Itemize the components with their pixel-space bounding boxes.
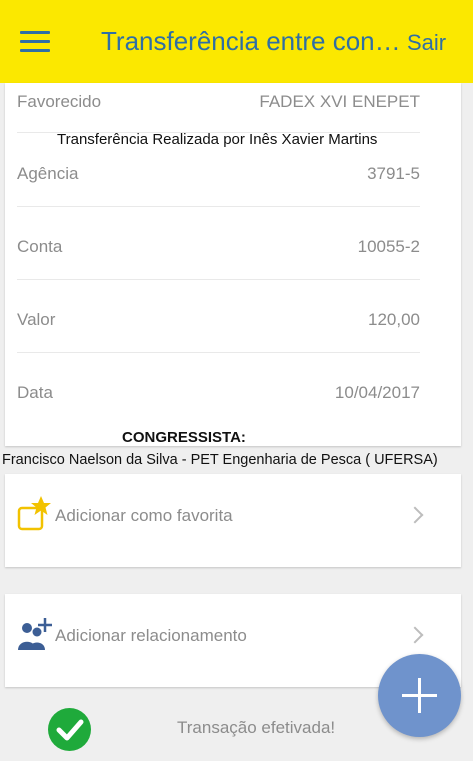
page-title: Transferência entre contas (101, 26, 403, 56)
detail-label: Valor (17, 310, 56, 329)
detail-value: 10/04/2017 (334, 383, 420, 402)
star-folder-icon (17, 496, 51, 531)
detail-row-valor: Valor 120,00 (17, 280, 420, 353)
detail-value: FADEX XVI ENEPET (259, 92, 420, 111)
detail-row-conta: Conta 10055-2 (17, 207, 420, 280)
exit-button[interactable]: Sair (407, 30, 446, 56)
status-message: Transação efetivada! (177, 718, 336, 737)
detail-value: 10055-2 (357, 237, 420, 256)
add-favorite-button[interactable]: Adicionar como favorita (5, 474, 461, 567)
chevron-right-icon (406, 626, 424, 644)
detail-label: Conta (17, 237, 63, 256)
congress-name: Francisco Naelson da Silva - PET Engenha… (2, 452, 438, 468)
hamburger-menu-icon[interactable] (20, 31, 50, 53)
plus-icon-stroke (418, 678, 421, 713)
add-relationship-label: Adicionar relacionamento (55, 626, 247, 645)
detail-label: Favorecido (17, 92, 102, 111)
add-favorite-label: Adicionar como favorita (55, 506, 233, 525)
check-circle-icon (48, 708, 91, 751)
detail-label: Data (17, 383, 53, 402)
congress-heading: CONGRESSISTA: (122, 429, 246, 446)
fab-add-button[interactable] (378, 654, 461, 737)
detail-label: Agência (17, 164, 79, 183)
chevron-right-icon (406, 506, 424, 524)
detail-row-data: Data 10/04/2017 (17, 353, 420, 425)
detail-value: 120,00 (368, 310, 420, 329)
top-app-bar: Transferência entre contas Sair (0, 0, 473, 83)
detail-value: 3791-5 (367, 164, 420, 183)
detail-row-favorecido: Favorecido FADEX XVI ENEPET (17, 83, 420, 133)
add-contacts-icon (18, 618, 52, 650)
transfer-note: Transferência Realizada por Inês Xavier … (57, 131, 378, 148)
